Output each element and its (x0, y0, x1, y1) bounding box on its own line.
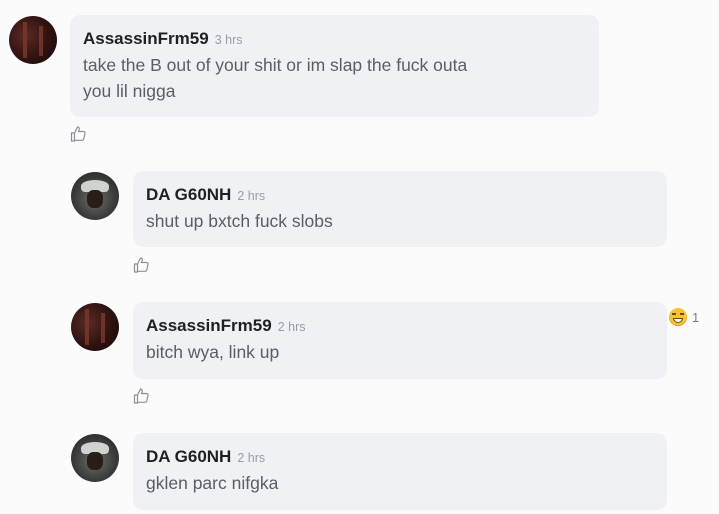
comment-time[interactable]: 2 hrs (278, 320, 306, 334)
comment-text: bitch wya, link up (146, 342, 280, 362)
comment-time[interactable]: 2 hrs (237, 451, 265, 465)
comment-author[interactable]: AssassinFrm59 (146, 316, 272, 336)
avatar[interactable] (9, 16, 57, 64)
thumbs-up-icon (133, 388, 149, 404)
comment-bubble: DA G60NH 2 hrs shut up bxtch fuck slobs (133, 171, 667, 247)
comment-author[interactable]: DA G60NH (146, 447, 231, 467)
comment-author[interactable]: DA G60NH (146, 185, 231, 205)
comment-text: gklen parc nifgka (146, 473, 279, 493)
like-button[interactable] (69, 124, 89, 144)
avatar[interactable] (71, 303, 119, 351)
comment-bubble: AssassinFrm59 2 hrs bitch wya, link up (133, 302, 667, 379)
avatar[interactable] (71, 434, 119, 482)
comment-author[interactable]: AssassinFrm59 (83, 29, 209, 49)
thumbs-up-icon (70, 126, 86, 142)
like-button[interactable] (132, 255, 152, 275)
thumbs-up-icon (133, 257, 149, 273)
laughing-emoji-icon (669, 308, 687, 326)
like-button[interactable] (132, 386, 152, 406)
reaction-badge[interactable]: 1 (669, 308, 699, 326)
comment-bubble: DA G60NH 2 hrs gklen parc nifgka (133, 433, 667, 510)
comment-bubble: AssassinFrm59 3 hrs take the B out of yo… (70, 15, 599, 117)
reaction-count: 1 (692, 309, 700, 325)
comment-text: shut up bxtch fuck slobs (146, 211, 333, 231)
comment-time[interactable]: 3 hrs (215, 33, 243, 47)
comment-text: take the B out of your shit or im slap t… (83, 55, 468, 101)
comment-time[interactable]: 2 hrs (237, 189, 265, 203)
avatar[interactable] (71, 172, 119, 220)
